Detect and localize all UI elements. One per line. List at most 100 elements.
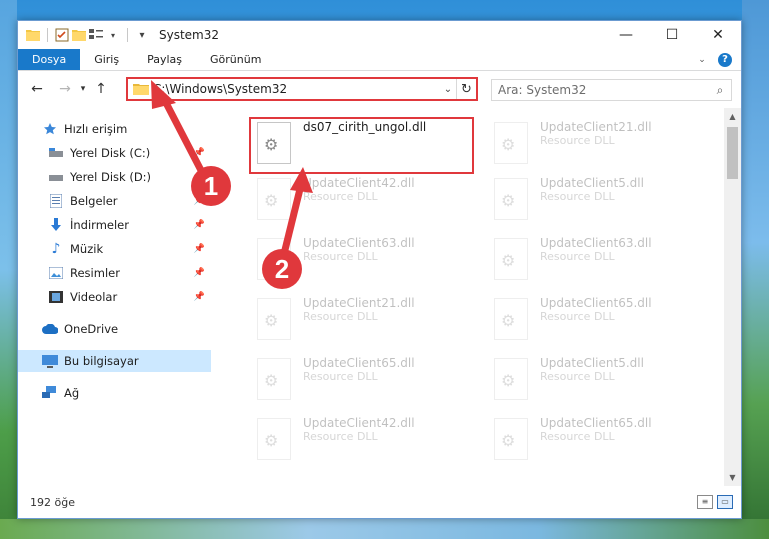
file-item[interactable]: ⚙ UpdateClient65.dll Resource DLL xyxy=(488,292,714,348)
minimize-button[interactable]: — xyxy=(603,21,649,49)
vertical-scrollbar[interactable]: ▲ ▼ xyxy=(724,108,741,486)
sidebar-item-this-pc[interactable]: Bu bilgisayar xyxy=(18,350,211,372)
sidebar-item-label: Bu bilgisayar xyxy=(64,354,139,368)
gear-icon: ⚙ xyxy=(501,311,516,330)
toolbar-divider xyxy=(47,28,48,42)
sidebar-item-downloads[interactable]: İndirmeler 📌 xyxy=(18,214,211,236)
pin-icon[interactable]: 📌 xyxy=(194,148,205,158)
pin-icon[interactable]: 📌 xyxy=(194,292,205,302)
pin-icon[interactable]: 📌 xyxy=(194,220,205,230)
tiles-view-button[interactable]: ▭ xyxy=(717,495,733,509)
dll-file-icon: ⚙ xyxy=(257,298,291,340)
file-item[interactable]: ⚙ UpdateClient5.dll Resource DLL xyxy=(488,352,714,408)
sidebar-item-videos[interactable]: Videolar 📌 xyxy=(18,286,211,308)
file-name: UpdateClient21.dll xyxy=(303,296,415,310)
documents-icon xyxy=(48,193,64,209)
file-item[interactable]: ⚙ UpdateClient65.dll Resource DLL xyxy=(488,412,714,468)
tab-gorunum[interactable]: Görünüm xyxy=(196,49,275,70)
new-folder-icon[interactable] xyxy=(72,28,86,42)
chevron-down-icon[interactable]: ⌄ xyxy=(698,55,706,65)
sidebar-item-label: Yerel Disk (D:) xyxy=(70,170,152,184)
cloud-icon xyxy=(42,321,58,337)
view-toggle: ≡ ▭ xyxy=(697,495,733,509)
sidebar-item-label: OneDrive xyxy=(64,322,119,336)
tab-dosya[interactable]: Dosya xyxy=(18,49,81,70)
sidebar-item-pictures[interactable]: Resimler 📌 xyxy=(18,262,211,284)
sidebar-item-quick-access[interactable]: Hızlı erişim xyxy=(18,118,211,140)
refresh-button[interactable]: ↻ xyxy=(456,79,476,99)
back-button[interactable]: ← xyxy=(26,78,48,100)
file-name: UpdateClient21.dll xyxy=(540,120,652,134)
search-input[interactable]: Ara: System32 xyxy=(498,83,586,97)
sidebar-item-label: Belgeler xyxy=(70,194,118,208)
file-type: Resource DLL xyxy=(540,370,615,383)
folder-icon xyxy=(133,84,149,95)
sidebar-item-documents[interactable]: Belgeler 📌 xyxy=(18,190,211,212)
chevron-down-icon[interactable]: ▾ xyxy=(106,28,120,42)
details-view-button[interactable]: ≡ xyxy=(697,495,713,509)
item-count: 192 öğe xyxy=(30,495,75,509)
file-text: UpdateClient42.dll Resource DLL xyxy=(291,172,415,203)
close-button[interactable]: ✕ xyxy=(695,21,741,49)
gear-icon: ⚙ xyxy=(264,371,279,390)
content-area: Hızlı erişim Yerel Disk (C:) 📌 Yerel Dis… xyxy=(18,108,741,486)
computer-icon xyxy=(42,353,58,369)
file-item[interactable]: ⚙ UpdateClient5.dll Resource DLL xyxy=(488,172,714,228)
gear-icon: ⚙ xyxy=(501,251,516,270)
properties-icon[interactable] xyxy=(55,28,69,42)
address-path[interactable]: C:\Windows\System32 xyxy=(153,82,440,96)
forward-button[interactable]: → xyxy=(54,78,76,100)
file-item[interactable]: ⚙ UpdateClient65.dll Resource DLL xyxy=(251,352,477,408)
scroll-thumb[interactable] xyxy=(727,127,738,179)
file-type: Resource DLL xyxy=(540,250,615,263)
up-button[interactable]: ↑ xyxy=(90,78,112,100)
file-type: Resource DLL xyxy=(303,370,378,383)
pin-icon[interactable]: 📌 xyxy=(194,244,205,254)
file-item[interactable]: ⚙ UpdateClient42.dll Resource DLL xyxy=(251,172,477,228)
dll-file-icon: ⚙ xyxy=(494,358,528,400)
recent-locations-button[interactable]: ▾ xyxy=(76,78,90,100)
sidebar-item-label: Hızlı erişim xyxy=(64,122,128,136)
file-name: UpdateClient5.dll xyxy=(540,176,644,190)
file-item[interactable]: ⚙ UpdateClient21.dll Resource DLL xyxy=(488,116,714,172)
customize-toolbar-icon[interactable]: ▾ xyxy=(135,28,149,42)
gear-icon: ⚙ xyxy=(501,135,516,154)
sidebar-item-label: Ağ xyxy=(64,386,80,400)
file-item[interactable]: ⚙ UpdateClient63.dllResource DLL xyxy=(488,232,714,288)
pin-icon[interactable]: 📌 xyxy=(194,268,205,278)
file-name: UpdateClient42.dll xyxy=(303,176,415,190)
sidebar-item-network[interactable]: Ağ xyxy=(18,382,211,404)
search-box[interactable]: Ara: System32 ⌕ xyxy=(491,79,732,101)
quick-access-toolbar: ▾ ▾ xyxy=(26,28,149,42)
view-options-icon[interactable] xyxy=(89,28,103,42)
sidebar-item-local-disk-d[interactable]: Yerel Disk (D:) 📌 xyxy=(18,166,211,188)
search-icon: ⌕ xyxy=(716,82,724,97)
sidebar-item-local-disk-c[interactable]: Yerel Disk (C:) 📌 xyxy=(18,142,211,164)
tab-giris[interactable]: Giriş xyxy=(80,49,133,70)
highlight-box xyxy=(249,117,474,174)
tab-paylas[interactable]: Paylaş xyxy=(133,49,196,70)
sidebar-item-onedrive[interactable]: OneDrive xyxy=(18,318,211,340)
ribbon-expand[interactable]: ⌄ xyxy=(695,49,715,70)
file-item[interactable]: ⚙ UpdateClient42.dll Resource DLL xyxy=(251,412,477,468)
scroll-up-arrow[interactable]: ▲ xyxy=(724,108,741,125)
chevron-down-icon[interactable]: ⌄ xyxy=(440,84,456,95)
navigation-pane: Hızlı erişim Yerel Disk (C:) 📌 Yerel Dis… xyxy=(18,108,211,486)
file-text: UpdateClient42.dll Resource DLL xyxy=(291,412,415,443)
file-text: UpdateClient63.dll Resource DLL xyxy=(291,232,415,263)
file-type: Resource DLL xyxy=(303,430,378,443)
dll-file-icon: ⚙ xyxy=(494,122,528,164)
file-list: ⚙ ds07_cirith_ungol.dll ⚙ UpdateClient42.dl… xyxy=(211,108,741,486)
file-item[interactable]: ⚙ UpdateClient21.dll Resource DLL xyxy=(251,292,477,348)
maximize-button[interactable]: ☐ xyxy=(649,21,695,49)
scroll-down-arrow[interactable]: ▼ xyxy=(724,469,741,486)
file-text: UpdateClient21.dll Resource DLL xyxy=(291,292,415,323)
help-icon: ? xyxy=(718,52,732,67)
file-type: Resource DLL xyxy=(540,310,615,323)
sidebar-item-music[interactable]: ♪ Müzik 📌 xyxy=(18,238,211,260)
help-button[interactable]: ? xyxy=(715,49,735,70)
address-bar[interactable]: C:\Windows\System32 ⌄ ↻ xyxy=(126,77,478,101)
status-bar: 192 öğe ≡ ▭ xyxy=(18,486,741,518)
gear-icon: ⚙ xyxy=(501,191,516,210)
file-name: UpdateClient65.dll xyxy=(540,296,652,310)
